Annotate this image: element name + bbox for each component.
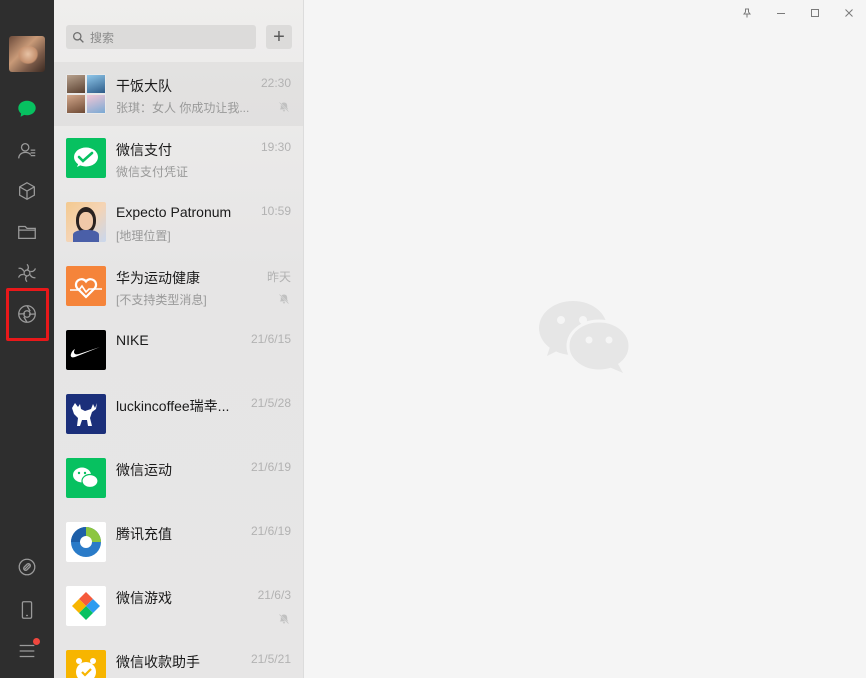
group-avatar [66, 74, 106, 114]
minimize-button[interactable] [764, 0, 798, 26]
payment-assistant-avatar [66, 650, 106, 678]
list-item[interactable]: 微信运动 21/6/19 [54, 446, 303, 510]
chat-time: 21/6/19 [250, 460, 291, 474]
wechat-pay-avatar [66, 138, 106, 178]
chat-name: NIKE [116, 332, 149, 348]
list-item[interactable]: Expecto Patronum [地理位置] 10:59 [54, 190, 303, 254]
chat-time: 21/6/19 [250, 524, 291, 538]
user-avatar[interactable] [9, 36, 45, 72]
link-icon[interactable] [12, 552, 42, 582]
list-item[interactable]: 微信收款助手 21/5/21 [54, 638, 303, 678]
chat-name: 微信运动 [116, 462, 172, 478]
chat-name: luckincoffee瑞幸... [116, 398, 230, 414]
nike-avatar [66, 330, 106, 370]
chat-time: 21/5/28 [250, 396, 291, 410]
list-item[interactable]: 华为运动健康 [不支持类型消息] 昨天 [54, 254, 303, 318]
search-icon [72, 31, 84, 43]
moments-icon[interactable] [12, 258, 42, 288]
add-button[interactable]: + [266, 25, 292, 49]
huawei-health-avatar [66, 266, 106, 306]
person-avatar [66, 202, 106, 242]
wechat-logo-icon [539, 301, 632, 373]
chat-name: 干饭大队 [116, 78, 172, 94]
chat-time: 22:30 [260, 76, 291, 90]
pin-icon [743, 8, 751, 18]
chat-name: Expecto Patronum [116, 204, 232, 220]
close-icon [845, 9, 853, 17]
mute-bell-icon [279, 614, 289, 624]
chat-time: 19:30 [260, 140, 291, 154]
chat-time: 21/5/21 [250, 652, 291, 666]
chat-name: 微信游戏 [116, 590, 172, 606]
search-input[interactable]: 搜索 [66, 25, 256, 49]
chat-time: 10:59 [260, 204, 291, 218]
notification-badge [33, 638, 40, 645]
chat-name: 腾讯充值 [116, 526, 172, 542]
contacts-icon[interactable] [12, 136, 42, 166]
chat-preview: [地理位置] [116, 229, 171, 243]
list-item[interactable]: NIKE 21/6/15 [54, 318, 303, 382]
main-pane [304, 0, 866, 678]
search-placeholder: 搜索 [90, 30, 115, 45]
chat-list: 干饭大队 张琪：女人 你成功让我... 22:30 微信支付 微信支付凭证 19… [54, 62, 303, 678]
minimize-icon [777, 13, 785, 14]
cube-icon[interactable] [12, 176, 42, 206]
chat-time: 21/6/15 [250, 332, 291, 346]
phone-icon[interactable] [12, 595, 42, 625]
chat-name: 微信支付 [116, 142, 172, 158]
wechat-game-avatar [66, 586, 106, 626]
list-item[interactable]: luckincoffee瑞幸... 21/5/28 [54, 382, 303, 446]
mute-bell-icon [279, 294, 289, 304]
list-item[interactable]: 腾讯充值 21/6/19 [54, 510, 303, 574]
chat-bubble-icon[interactable] [12, 94, 42, 124]
maximize-icon [811, 9, 819, 17]
list-item[interactable]: 微信游戏 21/6/3 [54, 574, 303, 638]
pin-button[interactable] [730, 0, 764, 26]
chat-name: 微信收款助手 [116, 654, 200, 670]
chat-time: 21/6/3 [257, 588, 291, 602]
close-button[interactable] [832, 0, 866, 26]
luckin-avatar [66, 394, 106, 434]
chat-preview: 微信支付凭证 [116, 165, 189, 179]
chat-preview: [不支持类型消息] [116, 293, 207, 307]
folder-icon[interactable] [12, 217, 42, 247]
chat-list-pane: 搜索 + 干饭大队 张琪：女人 你成功让我... 22:30 微信支付 微信支付… [54, 0, 304, 678]
maximize-button[interactable] [798, 0, 832, 26]
chat-time: 昨天 [266, 270, 291, 284]
list-item[interactable]: 微信支付 微信支付凭证 19:30 [54, 126, 303, 190]
tencent-recharge-avatar [66, 522, 106, 562]
mute-bell-icon [279, 102, 289, 112]
chat-preview: 张琪：女人 你成功让我... [116, 101, 250, 115]
highlight-box [6, 288, 49, 341]
window-controls [730, 0, 866, 26]
chat-name: 华为运动健康 [116, 270, 200, 286]
wechat-sport-avatar [66, 458, 106, 498]
list-item[interactable]: 干饭大队 张琪：女人 你成功让我... 22:30 [54, 62, 303, 126]
nav-rail [0, 0, 54, 678]
